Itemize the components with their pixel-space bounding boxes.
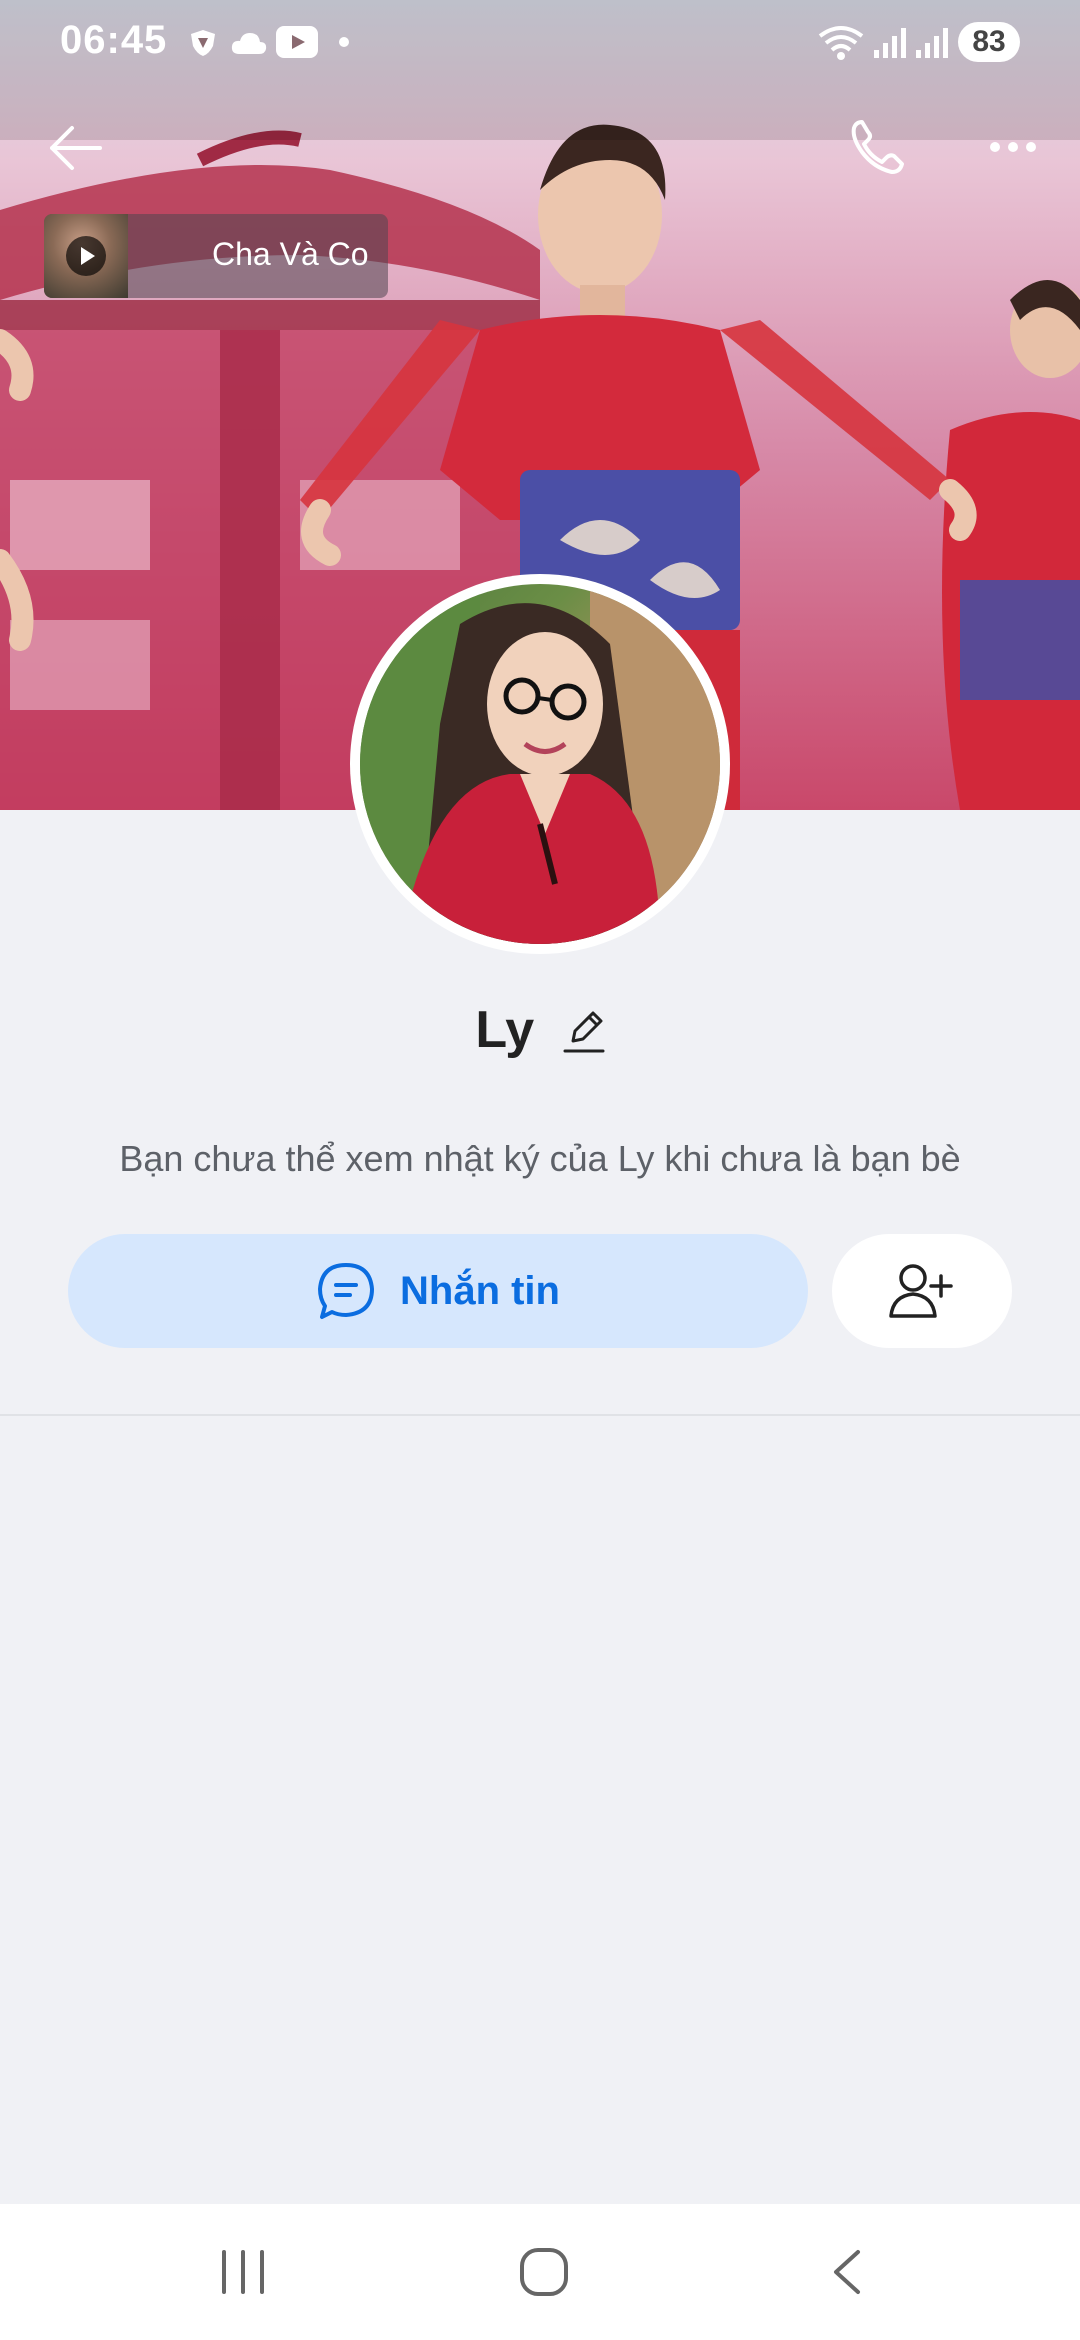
signal-icon <box>916 28 948 58</box>
avatar-image <box>360 584 720 944</box>
back-arrow-icon[interactable] <box>48 124 104 172</box>
battery-indicator: 83 <box>958 22 1020 62</box>
avatar[interactable] <box>360 584 720 944</box>
status-time: 06:45 <box>60 18 168 62</box>
shield-icon <box>191 30 215 56</box>
music-title: Cha Và Co <box>212 236 369 272</box>
status-bar: 06:45 83 <box>0 0 1080 84</box>
add-friend-button[interactable] <box>832 1234 1012 1348</box>
message-button[interactable]: Nhắn tin <box>68 1234 808 1348</box>
wifi-icon <box>818 26 864 60</box>
cloud-icon <box>231 33 267 54</box>
diary-notice: Bạn chưa thể xem nhật ký của Ly khi chưa… <box>119 1138 961 1179</box>
profile-music-chip[interactable]: Cha Và Co <box>44 214 388 298</box>
add-friend-icon <box>889 1264 953 1318</box>
message-label: Nhắn tin <box>400 1268 560 1313</box>
home-icon[interactable] <box>518 2246 570 2298</box>
back-icon[interactable] <box>828 2248 864 2296</box>
section-divider <box>0 1414 1080 1416</box>
system-nav-bar <box>0 2204 1080 2340</box>
youtube-icon <box>276 26 318 58</box>
dot-icon <box>339 37 349 47</box>
profile-name: Ly <box>475 1001 535 1059</box>
signal-icon <box>874 28 906 58</box>
more-icon[interactable] <box>988 136 1038 158</box>
recents-icon[interactable] <box>218 2250 268 2294</box>
play-icon <box>66 236 106 276</box>
phone-icon[interactable] <box>848 118 906 176</box>
profile-name-row: Ly <box>0 1000 1080 1080</box>
edit-name-icon[interactable] <box>563 1007 605 1053</box>
chat-bubble-icon <box>318 1263 374 1319</box>
